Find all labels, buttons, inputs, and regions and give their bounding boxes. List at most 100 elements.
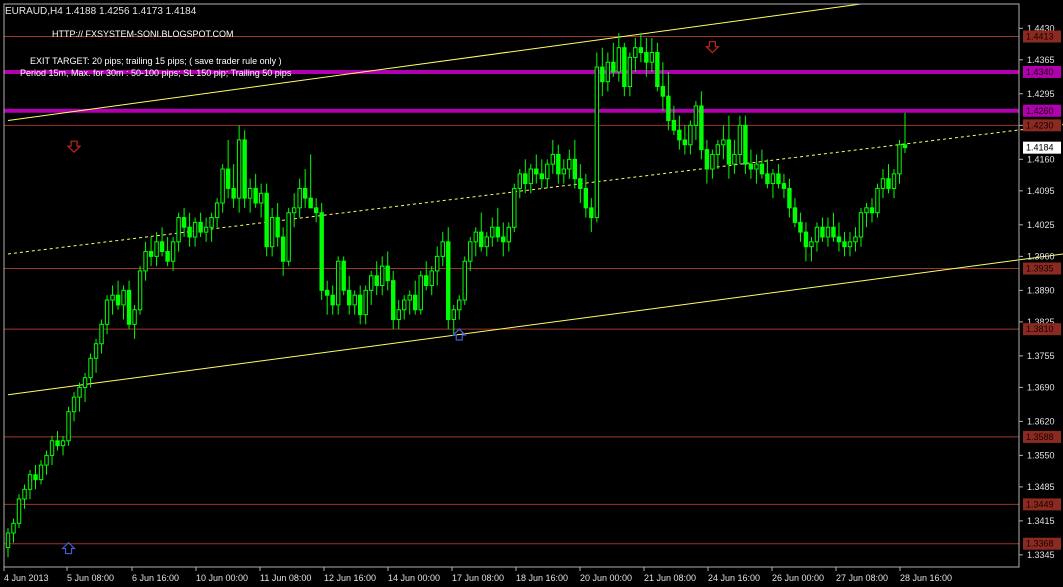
candle-body — [809, 241, 814, 248]
candle-body — [154, 241, 159, 257]
candle-body — [517, 173, 522, 189]
candle-body — [457, 299, 462, 311]
candle-body — [385, 265, 390, 282]
candle-body — [280, 236, 286, 262]
candle-body — [49, 440, 55, 456]
candle-body — [677, 129, 682, 141]
candle-body — [512, 187, 517, 228]
candle-body — [891, 173, 897, 189]
candle-body — [836, 236, 842, 243]
candle-body — [143, 251, 148, 272]
candle-body — [374, 275, 379, 286]
candle-body — [407, 294, 412, 301]
candle-body — [264, 192, 269, 248]
candle-body — [308, 197, 313, 209]
y-tick-label: 1.3690 — [1027, 382, 1055, 392]
candle-body — [203, 226, 209, 233]
candle-body — [897, 144, 902, 175]
candle-body — [682, 139, 688, 146]
candle-body — [649, 52, 655, 63]
candle-body — [787, 187, 792, 209]
candle-body — [424, 275, 429, 286]
candle-body — [567, 158, 572, 170]
candle-body — [115, 294, 121, 306]
candle-body — [176, 217, 181, 243]
candle-body — [545, 163, 550, 180]
candle-body — [352, 294, 357, 306]
candle-body — [104, 299, 110, 325]
candle-body — [192, 221, 198, 238]
candle-body — [523, 173, 528, 185]
candle-body — [82, 377, 88, 388]
x-tick-label: 4 Jun 2013 — [4, 573, 49, 583]
price-chart[interactable]: 1.44301.43651.42951.42301.41601.40951.40… — [0, 0, 1063, 587]
candle-body — [319, 212, 324, 291]
candle-body — [605, 61, 611, 83]
candle-body — [578, 178, 583, 189]
candle-body — [858, 212, 864, 238]
candle-body — [16, 498, 22, 524]
candle-body — [209, 217, 214, 228]
candle-body — [627, 56, 633, 88]
candle-body — [842, 241, 847, 248]
candle-body — [759, 163, 765, 175]
chart-background — [0, 0, 1063, 587]
candle-body — [137, 270, 143, 311]
level-price-label: 1.4260 — [1026, 106, 1054, 116]
candle-body — [451, 309, 456, 320]
candle-body — [803, 231, 809, 248]
y-tick-label: 1.3345 — [1027, 550, 1055, 560]
y-tick-label: 1.3485 — [1027, 482, 1055, 492]
candle-body — [671, 119, 677, 131]
level-price-label: 1.3810 — [1026, 324, 1054, 334]
candle-body — [242, 139, 247, 199]
candle-body — [506, 226, 511, 243]
y-tick-label: 1.3620 — [1027, 416, 1055, 426]
candle-body — [479, 231, 484, 248]
y-tick-label: 1.3550 — [1027, 450, 1055, 460]
candle-body — [357, 294, 363, 316]
candle-body — [440, 241, 445, 257]
candle-body — [556, 153, 561, 175]
candle-body — [313, 207, 319, 214]
candle-body — [126, 289, 132, 325]
candle-body — [341, 260, 346, 291]
candle-body — [484, 236, 489, 248]
x-tick-label: 18 Jun 16:00 — [516, 573, 568, 583]
candle-body — [864, 207, 869, 214]
candle-body — [286, 212, 291, 262]
level-price-label: 1.3588 — [1026, 432, 1054, 442]
candle-body — [688, 124, 693, 146]
y-tick-label: 1.4095 — [1027, 186, 1055, 196]
candle-body — [346, 289, 352, 306]
y-tick-label: 1.4160 — [1027, 154, 1055, 164]
candle-body — [825, 226, 831, 238]
candle-body — [501, 236, 506, 243]
candle-body — [435, 255, 440, 272]
candle-body — [468, 241, 473, 262]
candle-body — [258, 192, 264, 204]
candle-body — [853, 236, 858, 243]
candle-body — [732, 153, 737, 165]
period-text: Period 15m, Max. for 30m : 50-100 pips; … — [20, 68, 292, 78]
candle-body — [633, 47, 638, 58]
candle-body — [22, 488, 27, 500]
y-tick-label: 1.4295 — [1027, 89, 1055, 99]
candle-body — [159, 241, 165, 253]
candle-body — [743, 124, 748, 165]
candle-body — [236, 139, 242, 199]
candle-body — [225, 168, 231, 189]
candle-body — [737, 124, 743, 155]
candle-body — [820, 226, 825, 238]
candle-body — [528, 168, 533, 185]
candle-body — [776, 173, 781, 185]
candle-body — [473, 231, 478, 243]
candle-body — [148, 251, 154, 257]
candle-body — [721, 139, 726, 146]
candle-body — [831, 226, 836, 238]
candle-body — [638, 47, 644, 54]
candle-body — [44, 454, 49, 466]
candle-body — [644, 52, 649, 63]
candle-body — [539, 173, 545, 180]
candle-body — [363, 289, 368, 316]
